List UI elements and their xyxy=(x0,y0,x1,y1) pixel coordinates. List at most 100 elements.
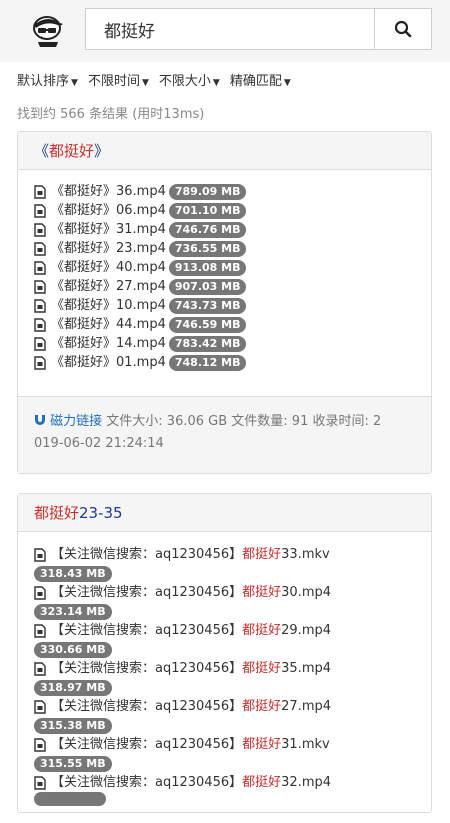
file-name: 《都挺好》40.mp4 xyxy=(51,260,166,275)
file-highlight: 都挺好 xyxy=(242,547,282,562)
file-name: 31.mkv xyxy=(281,737,330,752)
file-row: 【关注微信搜索：aq1230456】 都挺好 32.mp4 xyxy=(34,773,415,813)
caret-down-icon: ▼ xyxy=(141,78,149,88)
result-title[interactable]: 《都挺好》 xyxy=(18,132,431,170)
file-size-badge: 907.03 MB xyxy=(168,278,247,295)
file-row: 【关注微信搜索：aq1230456】 都挺好 29.mp4 330.66 MB xyxy=(34,621,415,659)
title-suffix: 23-35 xyxy=(79,504,123,522)
file-name: 《都挺好》44.mp4 xyxy=(51,317,166,332)
caret-down-icon: ▼ xyxy=(283,78,291,88)
size-label: 不限大小 xyxy=(158,74,211,89)
file-prefix: 【关注微信搜索：aq1230456】 xyxy=(51,585,243,600)
file-icon xyxy=(34,737,46,752)
file-row: 《都挺好》31.mp4 746.76 MB xyxy=(34,220,415,239)
file-size-badge: 746.76 MB xyxy=(168,221,247,238)
file-name: 35.mp4 xyxy=(281,661,332,676)
file-size-badge: 736.55 MB xyxy=(168,240,247,257)
file-row: 【关注微信搜索：aq1230456】 都挺好 30.mp4 323.14 MB xyxy=(34,583,415,621)
title-bracket-close: 》 xyxy=(94,142,110,160)
file-name: 《都挺好》10.mp4 xyxy=(51,298,166,313)
file-icon xyxy=(34,184,46,199)
title-bracket-open: 《 xyxy=(34,142,50,160)
search-button[interactable] xyxy=(374,9,431,49)
sort-label: 默认排序 xyxy=(17,74,70,89)
file-row: 《都挺好》23.mp4 736.55 MB xyxy=(34,239,415,258)
file-size-badge: 318.97 MB xyxy=(34,680,112,696)
search-icon xyxy=(394,20,412,38)
file-highlight: 都挺好 xyxy=(242,623,282,638)
file-row: 【关注微信搜索：aq1230456】 都挺好 27.mp4 315.38 MB xyxy=(34,697,415,735)
file-list: 《都挺好》36.mp4 789.09 MB 《都挺好》06.mp4 701.10 M… xyxy=(18,170,431,382)
top-bar xyxy=(0,0,450,62)
result-card: 《都挺好》 《都挺好》36.mp4 789.09 MB 《都挺好》06.mp4 70… xyxy=(17,131,432,474)
file-row: 【关注微信搜索：aq1230456】 都挺好 33.mkv 318.43 MB xyxy=(34,545,415,583)
file-size-badge: 315.55 MB xyxy=(34,756,112,772)
caret-down-icon: ▼ xyxy=(212,78,220,88)
file-row: 【关注微信搜索：aq1230456】 都挺好 35.mp4 318.97 MB xyxy=(34,659,415,697)
file-icon xyxy=(34,775,46,790)
file-icon xyxy=(34,222,46,237)
file-prefix: 【关注微信搜索：aq1230456】 xyxy=(51,775,243,790)
file-icon xyxy=(34,260,46,275)
file-row: 《都挺好》10.mp4 743.73 MB xyxy=(34,296,415,315)
file-prefix: 【关注微信搜索：aq1230456】 xyxy=(51,547,243,562)
result-card: 都挺好23-35 【关注微信搜索：aq1230456】 都挺好 33.mkv 318… xyxy=(17,493,432,813)
file-row: 《都挺好》36.mp4 789.09 MB xyxy=(34,182,415,201)
file-row: 【关注微信搜索：aq1230456】 都挺好 31.mkv 315.55 MB xyxy=(34,735,415,773)
time-dropdown[interactable]: 不限时间 ▼ xyxy=(88,70,149,89)
file-list: 【关注微信搜索：aq1230456】 都挺好 33.mkv 318.43 MB 【关… xyxy=(18,532,431,823)
file-size-badge: 323.14 MB xyxy=(34,604,112,620)
result-title[interactable]: 都挺好23-35 xyxy=(18,494,431,532)
file-highlight: 都挺好 xyxy=(242,585,282,600)
file-name: 《都挺好》01.mp4 xyxy=(51,355,166,370)
file-icon xyxy=(34,623,46,638)
file-icon xyxy=(34,279,46,294)
sort-dropdown[interactable]: 默认排序 ▼ xyxy=(17,70,78,89)
file-name: 27.mp4 xyxy=(281,699,332,714)
file-name: 《都挺好》06.mp4 xyxy=(51,203,166,218)
meta-date: 019-06-02 21:24:14 xyxy=(34,436,164,451)
file-icon xyxy=(34,585,46,600)
file-prefix: 【关注微信搜索：aq1230456】 xyxy=(51,661,243,676)
caret-down-icon: ▼ xyxy=(71,78,78,88)
file-row: 《都挺好》06.mp4 701.10 MB xyxy=(34,201,415,220)
file-name: 33.mkv xyxy=(281,547,330,562)
match-label: 精确匹配 xyxy=(229,74,282,89)
file-size-badge xyxy=(34,792,106,806)
file-icon xyxy=(34,547,46,562)
match-dropdown[interactable]: 精确匹配 ▼ xyxy=(230,70,291,89)
file-size-badge: 748.12 MB xyxy=(168,354,247,371)
logo-hacker-icon[interactable] xyxy=(30,12,68,50)
file-icon xyxy=(34,336,46,351)
file-size-badge: 330.66 MB xyxy=(34,642,112,658)
title-highlight: 都挺好 xyxy=(34,504,80,522)
file-name: 《都挺好》31.mp4 xyxy=(51,222,166,237)
file-name: 32.mp4 xyxy=(281,775,332,790)
file-row: 《都挺好》44.mp4 746.59 MB xyxy=(34,315,415,334)
file-icon xyxy=(34,241,46,256)
file-size-badge: 315.38 MB xyxy=(34,718,112,734)
file-size-badge: 913.08 MB xyxy=(168,259,247,276)
file-icon xyxy=(34,699,46,714)
file-name: 《都挺好》27.mp4 xyxy=(51,279,166,294)
file-icon xyxy=(34,298,46,313)
file-highlight: 都挺好 xyxy=(242,737,282,752)
result-meta: 磁力链接 文件大小: 36.06 GB 文件数量: 91 收录时间: 2 019… xyxy=(18,396,431,473)
size-dropdown[interactable]: 不限大小 ▼ xyxy=(159,70,220,89)
file-icon xyxy=(34,317,46,332)
file-prefix: 【关注微信搜索：aq1230456】 xyxy=(51,737,243,752)
file-row: 《都挺好》14.mp4 783.42 MB xyxy=(34,334,415,353)
filter-bar: 默认排序 ▼ 不限时间 ▼ 不限大小 ▼ 精确匹配 ▼ xyxy=(17,70,291,89)
file-highlight: 都挺好 xyxy=(242,775,282,790)
file-size-badge: 743.73 MB xyxy=(168,297,247,314)
file-prefix: 【关注微信搜索：aq1230456】 xyxy=(51,699,243,714)
magnet-icon xyxy=(35,415,45,425)
file-name: 30.mp4 xyxy=(281,585,332,600)
file-name: 《都挺好》36.mp4 xyxy=(51,184,166,199)
search-input[interactable] xyxy=(86,9,376,49)
file-name: 《都挺好》23.mp4 xyxy=(51,241,166,256)
file-size-badge: 789.09 MB xyxy=(168,183,247,200)
file-icon xyxy=(34,203,46,218)
file-size-badge: 783.42 MB xyxy=(168,335,247,352)
magnet-link[interactable]: 磁力链接 xyxy=(50,414,102,429)
